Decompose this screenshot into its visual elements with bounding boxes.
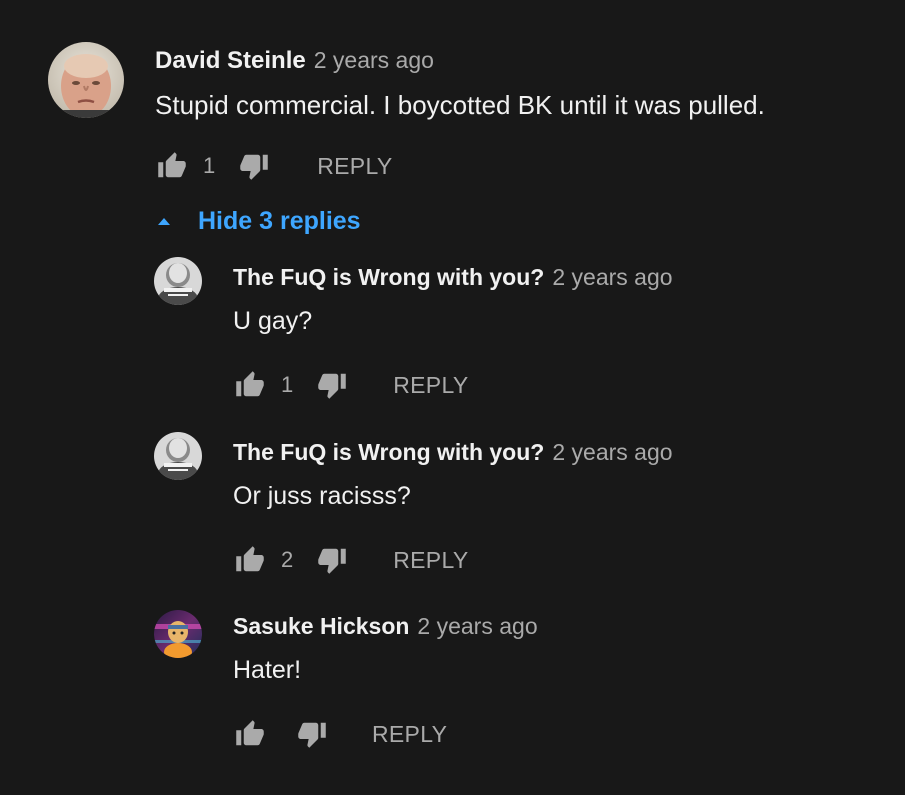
thumbs-up-icon	[236, 546, 264, 572]
thumbs-down-icon	[298, 722, 326, 748]
thumbs-down-icon	[318, 548, 346, 574]
avatar[interactable]	[154, 432, 202, 480]
comment-thread: David Steinle 2 years ago Stupid commerc…	[0, 0, 905, 795]
comment-text: Hater!	[233, 656, 302, 684]
hide-replies-toggle[interactable]: Hide 3 replies	[156, 205, 361, 237]
timestamp[interactable]: 2 years ago	[552, 264, 672, 291]
comment-header: The FuQ is Wrong with you? 2 years ago	[233, 439, 673, 466]
comment-header: David Steinle 2 years ago	[155, 47, 434, 75]
avatar[interactable]	[154, 257, 202, 305]
hide-replies-label: Hide 3 replies	[198, 206, 361, 235]
comment-actions: 1 REPLY	[233, 367, 468, 403]
reply-button[interactable]: REPLY	[372, 721, 447, 748]
thumbs-up-icon	[236, 720, 264, 746]
reply-button[interactable]: REPLY	[393, 372, 468, 399]
caret-up-icon	[158, 218, 170, 225]
reply-item: The FuQ is Wrong with you? 2 years ago U…	[0, 250, 905, 410]
dislike-button[interactable]	[295, 716, 329, 752]
like-button[interactable]	[233, 367, 267, 403]
author-name[interactable]: David Steinle	[155, 47, 306, 75]
comment-text: Or juss racisss?	[233, 482, 411, 510]
timestamp[interactable]: 2 years ago	[314, 47, 434, 74]
comment-text: U gay?	[233, 307, 313, 335]
thumbs-up-icon	[158, 152, 186, 178]
comment-header: Sasuke Hickson 2 years ago	[233, 613, 538, 640]
like-button[interactable]	[155, 148, 189, 184]
comment-header: The FuQ is Wrong with you? 2 years ago	[233, 264, 673, 291]
reply-item: Sasuke Hickson 2 years ago Hater! REPLY	[0, 600, 905, 760]
like-count: 1	[203, 153, 216, 178]
avatar[interactable]	[154, 610, 202, 658]
avatar[interactable]	[48, 42, 124, 118]
comment-actions: REPLY	[233, 716, 447, 752]
top-comment: David Steinle 2 years ago Stupid commerc…	[0, 0, 905, 200]
dislike-button[interactable]	[315, 367, 349, 403]
timestamp[interactable]: 2 years ago	[417, 613, 537, 640]
reply-button[interactable]: REPLY	[317, 153, 392, 180]
author-name[interactable]: Sasuke Hickson	[233, 613, 409, 640]
author-name[interactable]: The FuQ is Wrong with you?	[233, 439, 544, 466]
timestamp[interactable]: 2 years ago	[552, 439, 672, 466]
thumbs-down-icon	[240, 154, 268, 180]
dislike-button[interactable]	[237, 148, 271, 184]
comment-actions: 1 REPLY	[155, 148, 392, 184]
comment-actions: 2 REPLY	[233, 542, 468, 578]
author-name[interactable]: The FuQ is Wrong with you?	[233, 264, 544, 291]
like-button[interactable]	[233, 716, 267, 752]
thumbs-up-icon	[236, 371, 264, 397]
like-button[interactable]	[233, 542, 267, 578]
reply-item: The FuQ is Wrong with you? 2 years ago O…	[0, 425, 905, 585]
like-count: 2	[281, 547, 294, 572]
reply-button[interactable]: REPLY	[393, 547, 468, 574]
thumbs-down-icon	[318, 373, 346, 399]
dislike-button[interactable]	[315, 542, 349, 578]
like-count: 1	[281, 372, 294, 397]
comment-text: Stupid commercial. I boycotted BK until …	[155, 90, 765, 120]
